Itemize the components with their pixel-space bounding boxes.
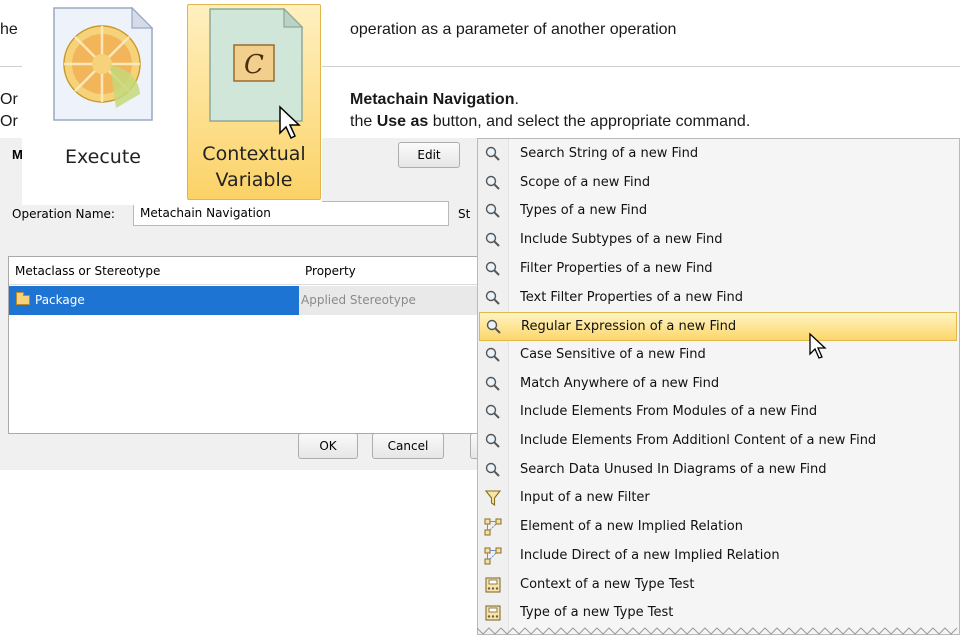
- doc-text-line-3-end: the Use as button, and select the approp…: [350, 113, 750, 131]
- execute-label: Execute: [65, 146, 141, 168]
- doc-text-fragment: the: [350, 113, 377, 130]
- menu-item-label: Include Subtypes of a new Find: [520, 232, 723, 248]
- menu-item-label: Regular Expression of a new Find: [521, 319, 737, 335]
- mouse-pointer-icon: [279, 105, 301, 140]
- operation-name-label: Operation Name:: [12, 207, 115, 221]
- column-header-property[interactable]: Property: [299, 257, 477, 285]
- magnifier-icon: [484, 375, 502, 393]
- funnel-icon: [484, 489, 502, 507]
- truncated-label: St: [458, 207, 471, 221]
- doc-text-fragment: Or: [0, 91, 18, 108]
- menu-item[interactable]: Regular Expression of a new Find: [479, 312, 957, 341]
- menu-item-label: Search String of a new Find: [520, 146, 699, 161]
- menu-item-label: Include Direct of a new Implied Relation: [520, 547, 780, 563]
- menu-item[interactable]: Filter Properties of a new Find: [479, 255, 957, 284]
- doc-text-line-1: he: [0, 21, 18, 39]
- doc-text-line-2-end: Metachain Navigation.: [350, 91, 519, 109]
- menu-item-label: Element of a new Implied Relation: [520, 519, 743, 535]
- magnifier-icon: [484, 145, 502, 163]
- menu-item[interactable]: Match Anywhere of a new Find: [479, 370, 957, 399]
- doc-text-fragment: operation as a parameter of another oper…: [350, 21, 677, 38]
- magnifier-icon: [485, 318, 503, 336]
- menu-item[interactable]: Include Elements From Modules of a new F…: [479, 398, 957, 427]
- property-cell[interactable]: Applied Stereotype: [299, 286, 477, 315]
- menu-item-label: Match Anywhere of a new Find: [520, 375, 720, 391]
- magnifier-icon: [484, 174, 502, 192]
- doc-text-fragment: Or: [0, 113, 18, 130]
- type-test-icon: [484, 604, 502, 622]
- menu-item-label: Filter Properties of a new Find: [520, 260, 713, 276]
- magnifier-icon: [484, 403, 502, 421]
- cancel-button[interactable]: Cancel: [372, 433, 444, 459]
- menu-item-label: Text Filter Properties of a new Find: [520, 289, 743, 305]
- doc-text-fragment: button, and select the appropriate comma…: [428, 113, 751, 130]
- use-as-context-menu: Search String of a new Find Scope of a ne…: [477, 138, 960, 635]
- menu-torn-edge: [477, 627, 958, 635]
- magnifier-icon: [484, 260, 502, 278]
- doc-text-fragment: he: [0, 21, 18, 38]
- menu-item-label: Input of a new Filter: [520, 490, 650, 506]
- menu-item[interactable]: Search String of a new Find: [479, 140, 957, 169]
- contextual-label-line-1: Contextual: [202, 143, 306, 165]
- menu-item[interactable]: Search Data Unused In Diagrams of a new …: [479, 456, 957, 485]
- menu-item-label: Type of a new Type Test: [520, 605, 674, 621]
- contextual-label-line-2: Variable: [215, 169, 293, 191]
- magnifier-icon: [484, 289, 502, 307]
- execute-toolbar-button[interactable]: Execute: [24, 4, 182, 200]
- magnifier-icon: [484, 461, 502, 479]
- metaclass-table: Metaclass or Stereotype Property Package…: [8, 256, 478, 434]
- edit-button[interactable]: Edit: [398, 142, 460, 168]
- menu-item[interactable]: Include Subtypes of a new Find: [479, 226, 957, 255]
- menu-item-label: Scope of a new Find: [520, 174, 651, 190]
- magnifier-icon: [484, 231, 502, 249]
- ok-button[interactable]: OK: [298, 433, 358, 459]
- toolbar-zoom-overlay: Execute C Contextual Variable: [22, 0, 322, 205]
- relation-icon: [484, 547, 502, 565]
- magnifier-icon: [484, 202, 502, 220]
- menu-item-label: Include Elements From Modules of a new F…: [520, 404, 818, 420]
- menu-item[interactable]: Case Sensitive of a new Find: [479, 341, 957, 370]
- menu-item[interactable]: Text Filter Properties of a new Find: [479, 284, 957, 313]
- magnifier-icon: [484, 432, 502, 450]
- doc-text-fragment: .: [514, 91, 519, 108]
- table-row[interactable]: Package: [9, 286, 299, 315]
- doc-text-line-3: Or: [0, 113, 18, 131]
- execute-icon: [53, 6, 154, 121]
- magnifier-icon: [484, 346, 502, 364]
- menu-item[interactable]: Input of a new Filter: [479, 484, 957, 513]
- type-test-icon: [484, 576, 502, 594]
- menu-item[interactable]: Context of a new Type Test: [479, 571, 957, 600]
- menu-item[interactable]: Element of a new Implied Relation: [479, 513, 957, 542]
- menu-item-label: Search Data Unused In Diagrams of a new …: [520, 461, 827, 477]
- menu-item-label: Types of a new Find: [520, 203, 648, 219]
- menu-item-label: Context of a new Type Test: [520, 576, 695, 592]
- doc-text-line-1-end: operation as a parameter of another oper…: [350, 21, 676, 39]
- menu-item-label: Include Elements From Additionl Content …: [520, 433, 877, 448]
- contextual-variable-toolbar-button[interactable]: C Contextual Variable: [187, 4, 321, 200]
- menu-item[interactable]: Type of a new Type Test: [479, 599, 957, 628]
- doc-bold-text: Metachain Navigation: [350, 91, 515, 108]
- menu-item[interactable]: Include Elements From Additionl Content …: [479, 427, 957, 456]
- menu-item[interactable]: Types of a new Find: [479, 197, 957, 226]
- menu-item[interactable]: Include Direct of a new Implied Relation: [479, 542, 957, 571]
- metaclass-cell: Package: [35, 293, 85, 307]
- mouse-pointer-icon: [809, 332, 827, 359]
- folder-icon: [16, 292, 30, 305]
- column-header-metaclass[interactable]: Metaclass or Stereotype: [9, 257, 299, 285]
- menu-item[interactable]: Scope of a new Find: [479, 169, 957, 198]
- variable-glyph: C: [244, 50, 264, 80]
- doc-bold-text: Use as: [376, 113, 429, 130]
- doc-text-line-2: Or: [0, 91, 18, 109]
- relation-icon: [484, 518, 502, 536]
- menu-item-label: Case Sensitive of a new Find: [520, 346, 706, 362]
